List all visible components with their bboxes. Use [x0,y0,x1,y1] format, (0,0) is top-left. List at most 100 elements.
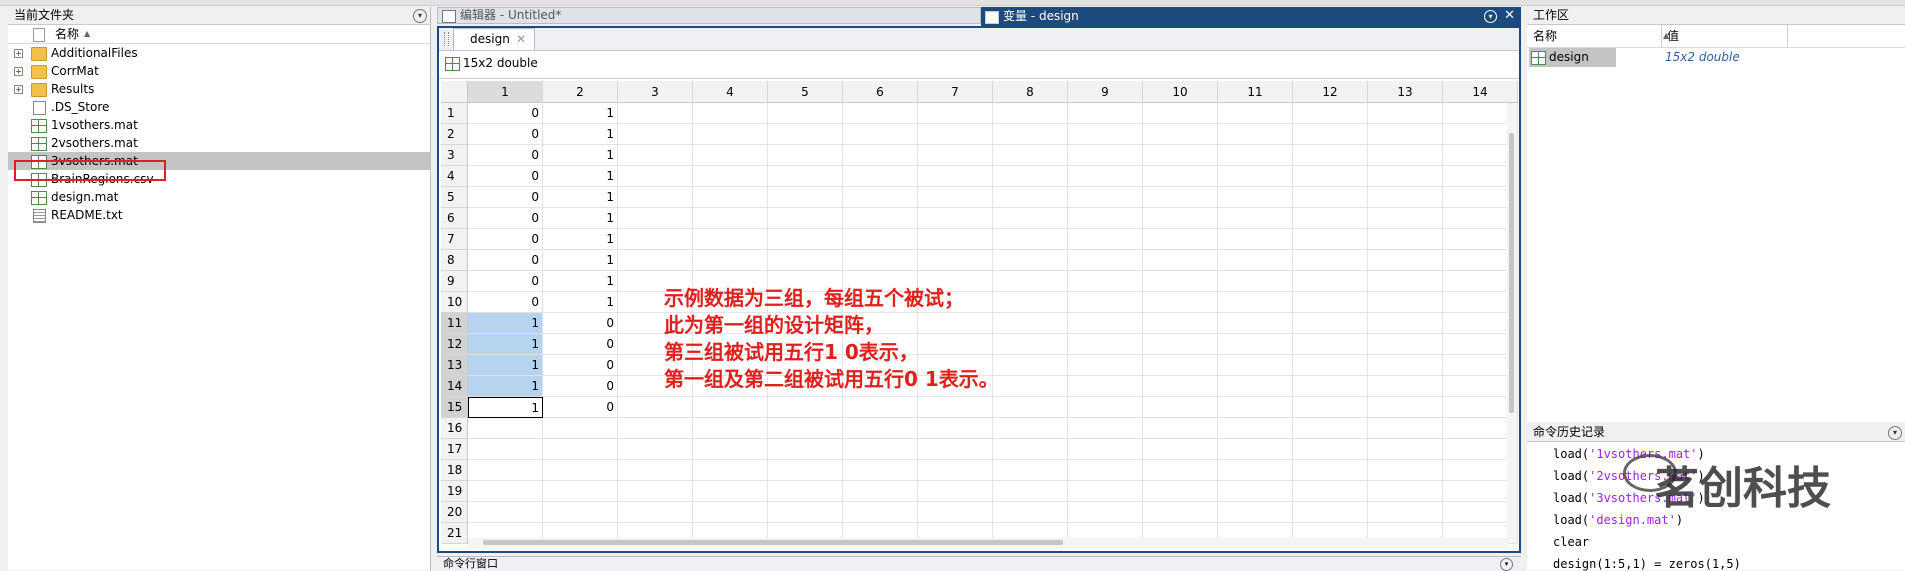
row-header[interactable]: 12 [441,334,468,355]
grid-cell[interactable] [618,460,693,481]
row-header[interactable]: 8 [441,250,468,271]
variables-title-bar[interactable]: 变量 - design ▾ ✕ [981,7,1521,26]
column-header[interactable]: 14 [1443,81,1518,103]
grid-cell[interactable] [993,376,1068,397]
grid-cell[interactable] [1218,292,1293,313]
grid-cell[interactable] [843,103,918,124]
grid-cell[interactable] [993,439,1068,460]
grid-cell[interactable] [1368,292,1443,313]
grid-cell[interactable] [768,439,843,460]
row-header[interactable]: 11 [441,313,468,334]
grid-cell[interactable] [693,166,768,187]
grid-cell[interactable] [993,418,1068,439]
row-header[interactable]: 18 [441,460,468,481]
grid-cell[interactable] [543,460,618,481]
column-header[interactable]: 3 [618,81,693,103]
grid-cell[interactable] [768,481,843,502]
grid-cell[interactable] [468,439,543,460]
grid-cell[interactable] [1068,460,1143,481]
row-header[interactable]: 9 [441,271,468,292]
grid-cell[interactable] [693,502,768,523]
grid-cell[interactable] [993,229,1068,250]
grid-cell[interactable]: 1 [543,229,618,250]
grid-cell[interactable] [843,460,918,481]
grid-cell[interactable] [543,481,618,502]
grid-cell[interactable] [1218,124,1293,145]
grid-cell[interactable] [693,460,768,481]
grid-cell[interactable] [618,187,693,208]
grid-cell[interactable] [1293,187,1368,208]
grid-cell[interactable]: 0 [543,397,618,418]
close-icon[interactable]: ✕ [1504,7,1515,25]
grid-cell[interactable] [1143,502,1218,523]
grid-cell[interactable]: 0 [543,334,618,355]
grid-cell[interactable] [1218,103,1293,124]
workspace-row-design[interactable]: design 15x2 double [1527,48,1905,67]
row-header[interactable]: 21 [441,523,468,544]
grid-cell[interactable] [768,187,843,208]
column-header[interactable]: 8 [993,81,1068,103]
grid-cell[interactable] [918,397,993,418]
grid-cell[interactable] [993,355,1068,376]
row-header[interactable]: 7 [441,229,468,250]
grid-cell[interactable] [768,145,843,166]
grid-cell[interactable] [693,397,768,418]
grid-cell[interactable] [1368,502,1443,523]
grid-cell[interactable] [1143,376,1218,397]
grid-cell[interactable] [1218,502,1293,523]
grid-cell[interactable] [618,124,693,145]
grid-cell[interactable] [693,208,768,229]
grid-cell[interactable] [468,418,543,439]
grid-cell[interactable] [1218,166,1293,187]
grid-cell[interactable] [1143,229,1218,250]
grid-cell[interactable] [1293,376,1368,397]
grid-cell[interactable] [993,103,1068,124]
grid-cell[interactable] [993,397,1068,418]
grid-cell[interactable] [1143,355,1218,376]
grid-cell[interactable] [1068,250,1143,271]
grid-cell[interactable] [468,502,543,523]
grid-cell[interactable] [993,145,1068,166]
grid-cell[interactable]: 1 [468,376,543,397]
grid-cell[interactable] [1218,460,1293,481]
grid-cell[interactable] [1368,439,1443,460]
grid-cell[interactable] [1368,103,1443,124]
grid-cell[interactable] [768,124,843,145]
grid-cell[interactable] [918,460,993,481]
row-header[interactable]: 13 [441,355,468,376]
grid-cell[interactable] [1368,481,1443,502]
grid-cell[interactable]: 1 [468,355,543,376]
grid-cell[interactable] [768,166,843,187]
grid-cell[interactable] [1143,124,1218,145]
grid-cell[interactable] [1068,502,1143,523]
grid-cell[interactable] [1368,313,1443,334]
grid-cell[interactable] [768,502,843,523]
grid-cell[interactable] [1368,397,1443,418]
grid-cell[interactable] [1293,397,1368,418]
grid-cell[interactable] [1143,208,1218,229]
grid-cell[interactable] [768,208,843,229]
grid-cell[interactable] [1143,439,1218,460]
grid-cell[interactable] [1068,271,1143,292]
grid-cell[interactable] [1293,334,1368,355]
grid-cell[interactable] [543,439,618,460]
grid-cell[interactable] [843,124,918,145]
grid-cell[interactable]: 0 [543,313,618,334]
grid-cell[interactable] [843,166,918,187]
grid-cell[interactable] [618,103,693,124]
grid-cell[interactable] [918,250,993,271]
grid-cell[interactable]: 0 [468,124,543,145]
grid-cell[interactable] [693,439,768,460]
grid-cell[interactable] [918,418,993,439]
grid-cell[interactable] [1068,166,1143,187]
grid-cell[interactable]: 1 [468,397,543,418]
grid-cell[interactable] [693,250,768,271]
grid-cell[interactable] [843,418,918,439]
grid-cell[interactable]: 1 [543,271,618,292]
grid-cell[interactable] [618,229,693,250]
grid-cell[interactable]: 0 [468,103,543,124]
file-item[interactable]: README.txt [8,206,431,224]
row-header[interactable]: 15 [441,397,468,418]
grid-cell[interactable] [618,166,693,187]
row-header[interactable]: 16 [441,418,468,439]
